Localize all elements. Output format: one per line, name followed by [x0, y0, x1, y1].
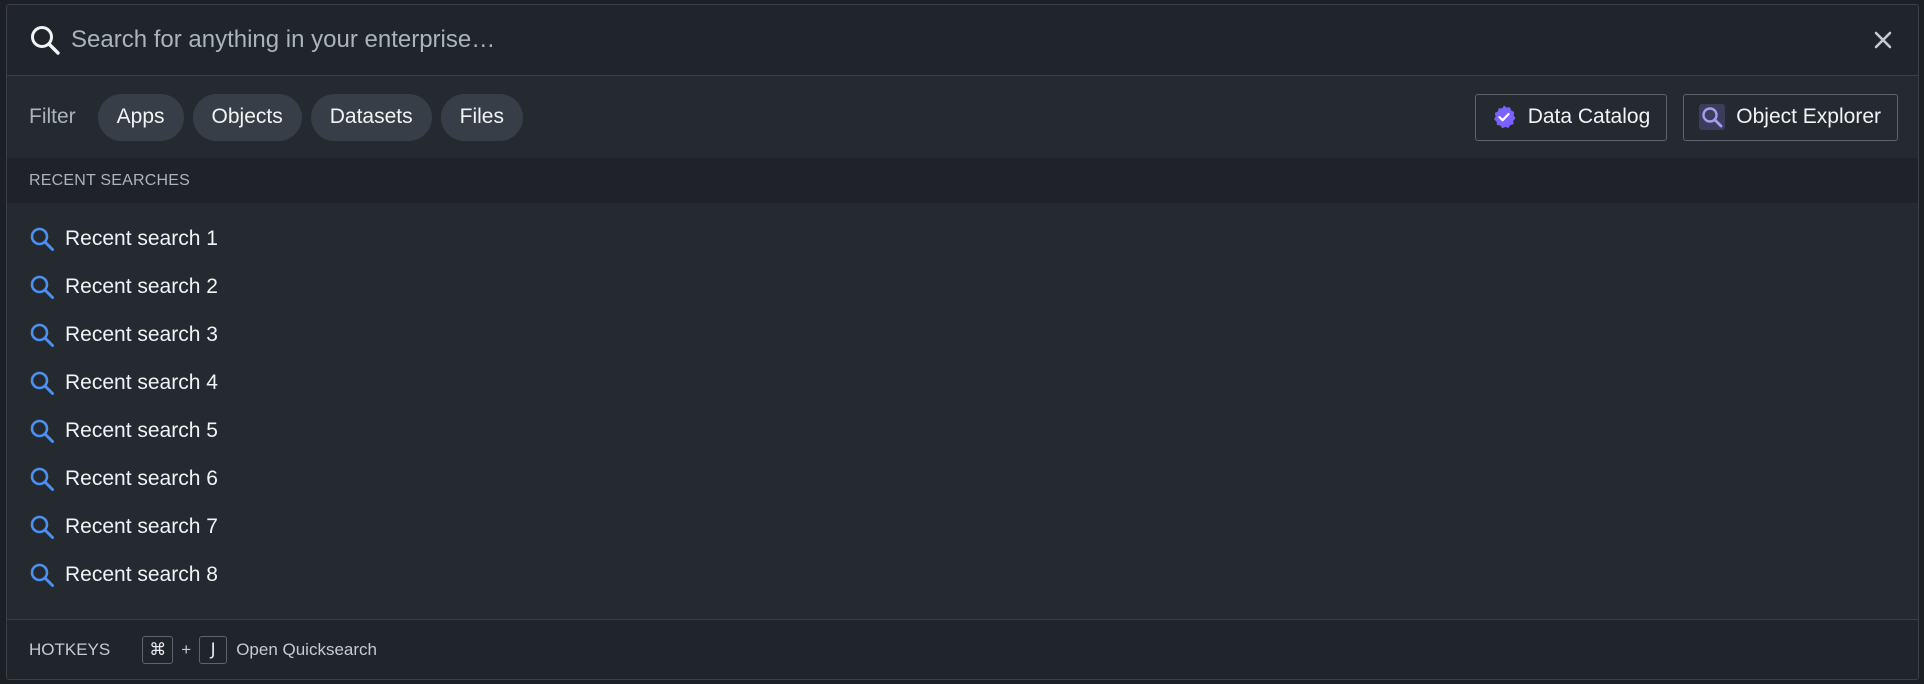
filter-chip-objects[interactable]: Objects — [192, 93, 302, 141]
filter-label: Filter — [29, 105, 76, 128]
plus-sign: + — [181, 639, 192, 659]
recent-search-label: Recent search 4 — [65, 371, 218, 394]
recent-search-item[interactable]: Recent search 6 — [7, 455, 1918, 503]
recent-search-label: Recent search 5 — [65, 419, 218, 442]
object-explorer-icon — [1698, 103, 1726, 131]
search-icon — [27, 560, 57, 590]
search-input[interactable] — [71, 26, 1866, 54]
filter-chip-files[interactable]: Files — [440, 93, 523, 141]
search-bar — [7, 5, 1918, 76]
search-icon — [27, 368, 57, 398]
verified-badge-icon — [1490, 103, 1518, 131]
recent-search-label: Recent search 2 — [65, 275, 218, 298]
recent-search-item[interactable]: Recent search 7 — [7, 503, 1918, 551]
recent-search-item[interactable]: Recent search 5 — [7, 407, 1918, 455]
quicksearch-dialog: Filter Apps Objects Datasets Files Data … — [6, 4, 1919, 680]
filter-chip-apps[interactable]: Apps — [97, 93, 184, 141]
hotkeys-label: HOTKEYS — [29, 639, 111, 659]
object-explorer-button[interactable]: Object Explorer — [1683, 93, 1898, 141]
filter-row: Filter Apps Objects Datasets Files Data … — [7, 76, 1918, 158]
search-icon — [27, 320, 57, 350]
recent-search-label: Recent search 7 — [65, 515, 218, 538]
data-catalog-button[interactable]: Data Catalog — [1474, 93, 1668, 141]
recent-search-item[interactable]: Recent search 4 — [7, 359, 1918, 407]
recent-search-label: Recent search 8 — [65, 563, 218, 586]
recent-search-label: Recent search 1 — [65, 227, 218, 250]
recent-search-item[interactable]: Recent search 2 — [7, 263, 1918, 311]
recent-search-item[interactable]: Recent search 3 — [7, 311, 1918, 359]
close-icon[interactable] — [1866, 23, 1900, 57]
hotkeys-footer: HOTKEYS ⌘ + J Open Quicksearch — [7, 619, 1918, 679]
recent-search-label: Recent search 3 — [65, 323, 218, 346]
j-key: J — [199, 635, 228, 664]
filter-chip-datasets[interactable]: Datasets — [310, 93, 432, 141]
object-explorer-label: Object Explorer — [1736, 105, 1881, 128]
search-icon — [27, 464, 57, 494]
search-icon — [27, 272, 57, 302]
command-key: ⌘ — [142, 635, 174, 664]
recent-search-item[interactable]: Recent search 1 — [7, 215, 1918, 263]
data-catalog-label: Data Catalog — [1527, 105, 1651, 128]
recent-search-item[interactable]: Recent search 8 — [7, 551, 1918, 599]
search-icon — [27, 416, 57, 446]
recent-searches-list: Recent search 1 Recent search 2 Recent s… — [7, 203, 1918, 615]
search-icon — [27, 512, 57, 542]
recent-searches-header: RECENT SEARCHES — [7, 158, 1918, 203]
hotkey-description: Open Quicksearch — [236, 639, 377, 659]
search-icon — [27, 22, 63, 58]
search-icon — [27, 224, 57, 254]
recent-search-label: Recent search 6 — [65, 467, 218, 490]
